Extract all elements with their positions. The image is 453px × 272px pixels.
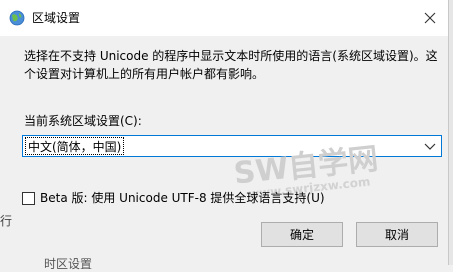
title-bar: 区域设置	[0, 0, 448, 36]
description-text: 选择在不支持 Unicode 的程序中显示文本时所使用的语言(系统区域设置)。这…	[24, 49, 438, 81]
chevron-down-icon	[424, 143, 436, 150]
close-icon	[424, 12, 436, 24]
background-left-fragment: 行	[0, 214, 13, 228]
window-title: 区域设置	[32, 11, 81, 25]
beta-utf8-option[interactable]: Beta 版: 使用 Unicode UTF-8 提供全球语言支持(U)	[22, 189, 325, 207]
close-button[interactable]	[412, 0, 448, 36]
beta-utf8-checkbox[interactable]	[22, 191, 35, 205]
globe-icon	[9, 10, 25, 26]
locale-select-value: 中文(简体，中国)	[25, 137, 125, 155]
background-bottom-fragment: 时区设置	[44, 257, 93, 271]
beta-utf8-label: Beta 版: 使用 Unicode UTF-8 提供全球语言支持(U)	[40, 191, 325, 205]
ok-button[interactable]: 确定	[261, 222, 343, 247]
background-window-edge	[449, 0, 453, 265]
cancel-button[interactable]: 取消	[356, 222, 438, 247]
locale-label: 当前系统区域设置(C):	[24, 114, 142, 128]
region-settings-dialog: 区域设置 选择在不支持 Unicode 的程序中显示文本时所使用的语言(系统区域…	[0, 0, 449, 271]
